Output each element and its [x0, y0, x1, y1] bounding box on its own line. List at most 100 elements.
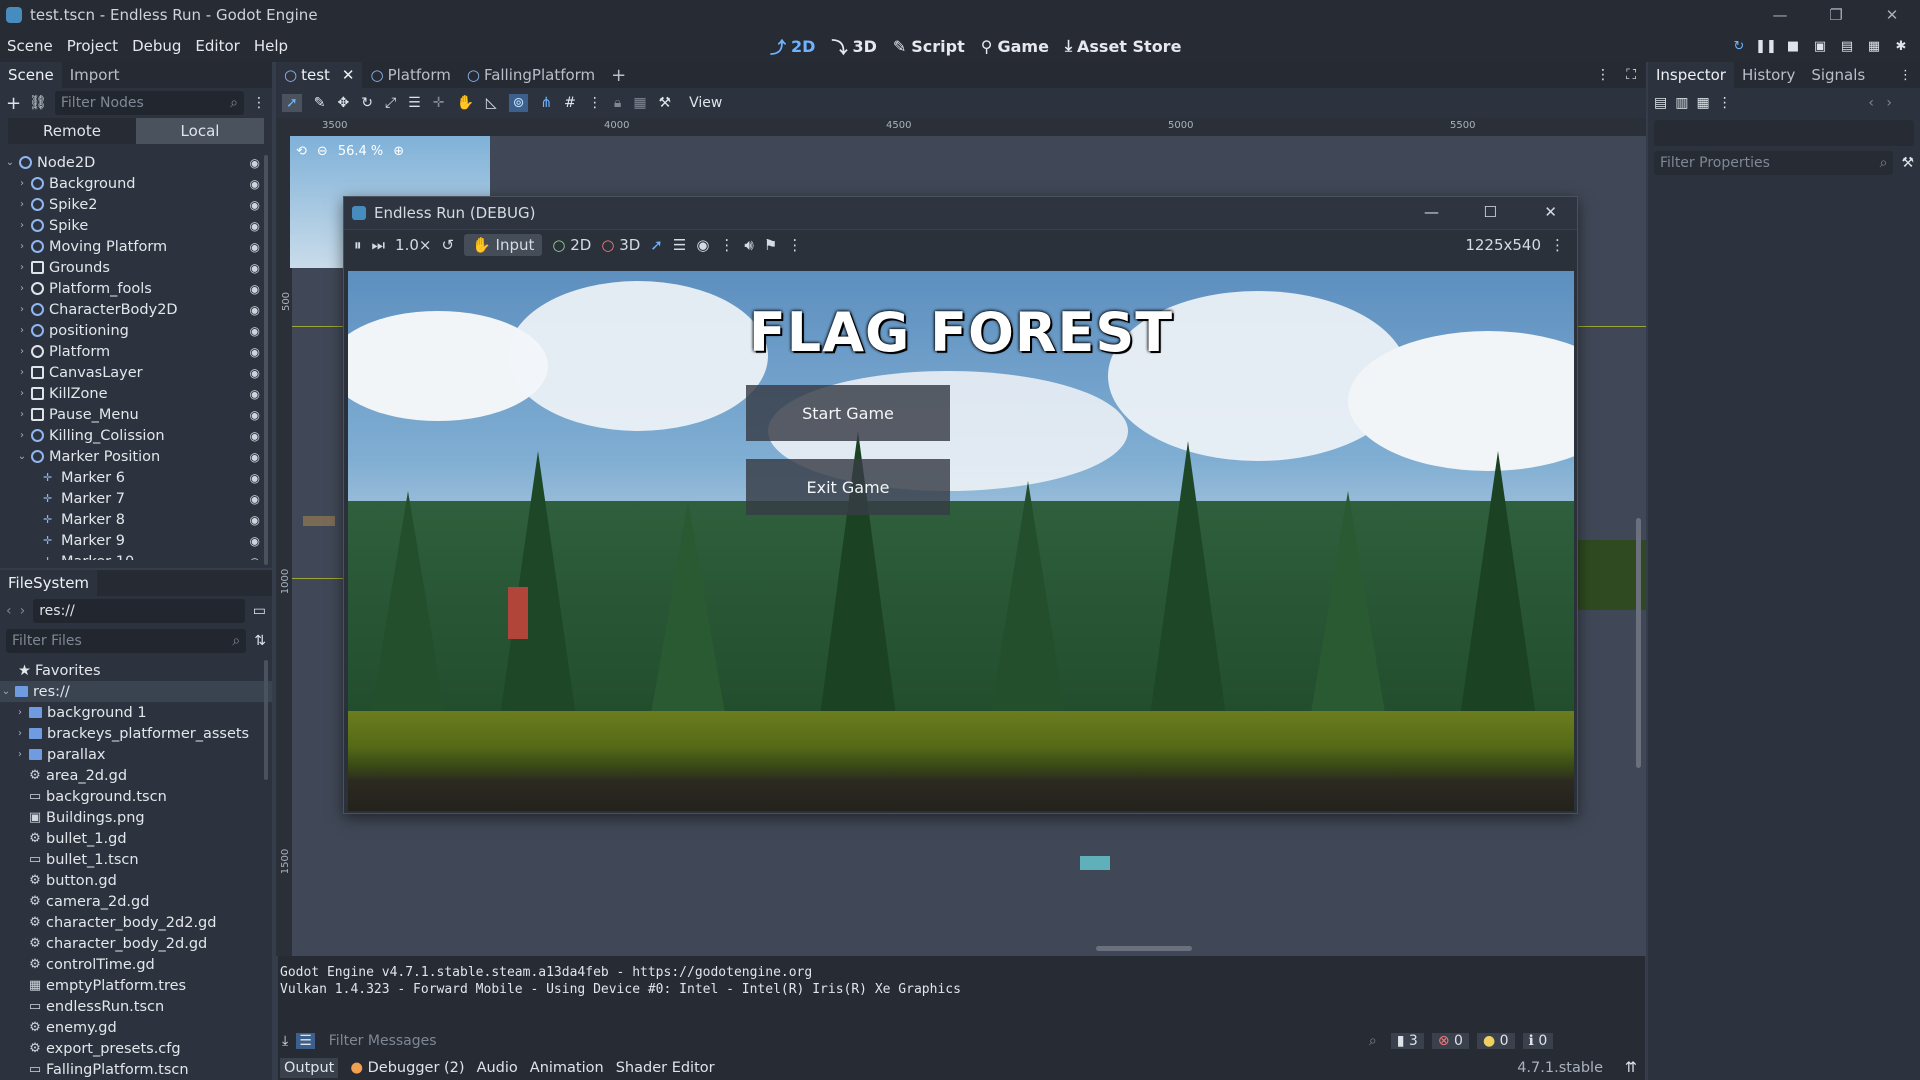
move-tool-icon[interactable]: ✥	[337, 95, 349, 111]
scene-node-spike2[interactable]: › Spike2 ◉	[0, 194, 272, 215]
paint-tool-icon[interactable]: ✎	[314, 95, 326, 111]
menu-debug[interactable]: Debug	[125, 37, 188, 55]
grid-snap-icon[interactable]: ⋔	[540, 95, 552, 111]
scene-node-positioning[interactable]: › positioning ◉	[0, 320, 272, 341]
input-toggle[interactable]: ✋ Input	[464, 233, 543, 256]
warnings-toggle[interactable]: ● 0	[1476, 1033, 1515, 1049]
chevron-right-icon[interactable]: ›	[14, 728, 26, 739]
list-icon[interactable]: ☰	[673, 236, 686, 254]
visibility-eye-icon[interactable]: ◉	[250, 240, 260, 254]
back-icon[interactable]: ‹	[6, 603, 12, 619]
menu-help[interactable]: Help	[247, 37, 295, 55]
scene-node-moving-platform[interactable]: › Moving Platform ◉	[0, 236, 272, 257]
visibility-eye-icon[interactable]: ◉	[250, 345, 260, 359]
scene-menu-icon[interactable]: ⋮	[252, 95, 266, 111]
visibility-eye-icon[interactable]: ◉	[250, 198, 260, 212]
dock-options-icon[interactable]: ⋮	[1899, 68, 1912, 83]
file-item[interactable]: › parallax	[0, 744, 272, 765]
file-item[interactable]: ▭ FallingPlatform.tscn	[0, 1059, 272, 1080]
filter-messages-input[interactable]: Filter Messages ⌕	[322, 1029, 1383, 1053]
chevron-right-icon[interactable]: ›	[14, 749, 26, 760]
tab-scene[interactable]: Scene	[0, 62, 62, 88]
speed-selector[interactable]: 1.0×	[395, 236, 431, 254]
run-custom-icon[interactable]: ▦	[1865, 37, 1883, 55]
tab-debugger[interactable]: ● Debugger (2)	[350, 1060, 464, 1076]
info-toggle[interactable]: ℹ 0	[1522, 1033, 1554, 1049]
scene-node-canvaslayer[interactable]: › CanvasLayer ◉	[0, 362, 272, 383]
chevron-right-icon[interactable]: ›	[16, 367, 28, 378]
scene-tree-scrollbar[interactable]	[264, 155, 268, 565]
minimize-button[interactable]: —	[1752, 0, 1808, 30]
menu-editor[interactable]: Editor	[188, 37, 246, 55]
favorites-item[interactable]: ★ Favorites	[0, 660, 272, 681]
clear-log-icon[interactable]: ⤓	[282, 1033, 288, 1049]
visibility-eye-icon[interactable]: ◉	[250, 261, 260, 275]
mode-script-button[interactable]: ✎ Script	[893, 37, 965, 56]
scene-node-pause-menu[interactable]: › Pause_Menu ◉	[0, 404, 272, 425]
word-wrap-icon[interactable]: ☰	[296, 1033, 315, 1049]
history-back-icon[interactable]: ‹	[1868, 95, 1874, 111]
errors-toggle[interactable]: ⊗ 0	[1431, 1033, 1469, 1049]
scene-node-killzone[interactable]: › KillZone ◉	[0, 383, 272, 404]
tab-shader-editor[interactable]: Shader Editor	[616, 1060, 715, 1076]
group-icon[interactable]: ▦	[633, 95, 646, 111]
mode-3d-button[interactable]: ⤵ 3D	[831, 34, 876, 58]
scene-node-marker-8[interactable]: ✛ Marker 8 ◉	[0, 509, 272, 530]
split-view-icon[interactable]: ▭	[253, 603, 266, 619]
ruler-tool-icon[interactable]: ◺	[486, 95, 497, 111]
run-scene-icon[interactable]: ▤	[1838, 37, 1856, 55]
visibility-eye-icon[interactable]: ◉	[250, 303, 260, 317]
vertical-scrollbar[interactable]	[1636, 518, 1641, 768]
file-item[interactable]: ▭ bullet_1.tscn	[0, 849, 272, 870]
file-item[interactable]: ⚙ character_body_2d.gd	[0, 933, 272, 954]
restore-button[interactable]: ❐	[1808, 0, 1864, 30]
options-icon[interactable]: ⋮	[719, 236, 734, 254]
chevron-right-icon[interactable]: ›	[16, 325, 28, 336]
visibility-eye-icon[interactable]: ◉	[250, 177, 260, 191]
chevron-right-icon[interactable]: ›	[16, 283, 28, 294]
new-tab-button[interactable]: +	[603, 62, 634, 88]
file-item[interactable]: ▦ emptyPlatform.tres	[0, 975, 272, 996]
visibility-eye-icon[interactable]: ◉	[250, 471, 260, 485]
visibility-eye-icon[interactable]: ◉	[250, 366, 260, 380]
visibility-eye-icon[interactable]: ◉	[250, 387, 260, 401]
visibility-eye-icon[interactable]: ◉	[250, 156, 260, 170]
chevron-right-icon[interactable]: ›	[16, 199, 28, 210]
zoom-reset-icon[interactable]: ⟲	[296, 144, 307, 159]
tab-audio[interactable]: Audio	[477, 1060, 518, 1076]
property-options-icon[interactable]: ⚒	[1901, 155, 1914, 171]
filter-nodes-input[interactable]: Filter Nodes ⌕	[54, 91, 244, 115]
visibility-eye-icon[interactable]: ◉	[250, 555, 260, 561]
next-frame-icon[interactable]: ⏭	[372, 236, 386, 254]
file-item[interactable]: ⚙ character_body_2d2.gd	[0, 912, 272, 933]
messages-toggle[interactable]: ▮ 3	[1390, 1033, 1424, 1049]
tab-platform[interactable]: ○ Platform	[362, 62, 458, 88]
visibility-eye-icon[interactable]: ◉	[250, 324, 260, 338]
minimize-button[interactable]: —	[1424, 203, 1439, 221]
select-tool-icon[interactable]: ➚	[282, 94, 302, 112]
visibility-eye-icon[interactable]: ◉	[250, 534, 260, 548]
scene-node-platform-fools[interactable]: › Platform_fools ◉	[0, 278, 272, 299]
scale-tool-icon[interactable]: ⤢	[385, 95, 396, 111]
tab-test[interactable]: ○ test ✕	[276, 62, 363, 88]
menu-project[interactable]: Project	[60, 37, 125, 55]
file-item[interactable]: ⚙ controlTime.gd	[0, 954, 272, 975]
remote-button[interactable]: Remote	[8, 118, 136, 144]
history-forward-icon[interactable]: ›	[1886, 95, 1892, 111]
scene-node-platform[interactable]: › Platform ◉	[0, 341, 272, 362]
bone-icon[interactable]: ⚒	[659, 95, 672, 111]
path-field[interactable]: res://	[33, 599, 245, 623]
start-game-button[interactable]: Start Game	[746, 385, 950, 441]
close-tab-icon[interactable]: ✕	[342, 66, 355, 84]
stop-icon[interactable]: ■	[1784, 37, 1802, 55]
file-item[interactable]: ▭ background.tscn	[0, 786, 272, 807]
resolution-menu-icon[interactable]: ⋮	[1550, 236, 1565, 254]
add-node-icon[interactable]: +	[6, 93, 21, 114]
exit-game-button[interactable]: Exit Game	[746, 459, 950, 515]
chevron-right-icon[interactable]: ›	[16, 304, 28, 315]
filter-files-input[interactable]: Filter Files ⌕	[6, 629, 247, 653]
mode-2d-toggle[interactable]: ○ 2D	[552, 236, 591, 254]
tab-inspector[interactable]: Inspector	[1648, 62, 1734, 88]
file-tree-scrollbar[interactable]	[264, 660, 268, 780]
chevron-right-icon[interactable]: ›	[16, 346, 28, 357]
